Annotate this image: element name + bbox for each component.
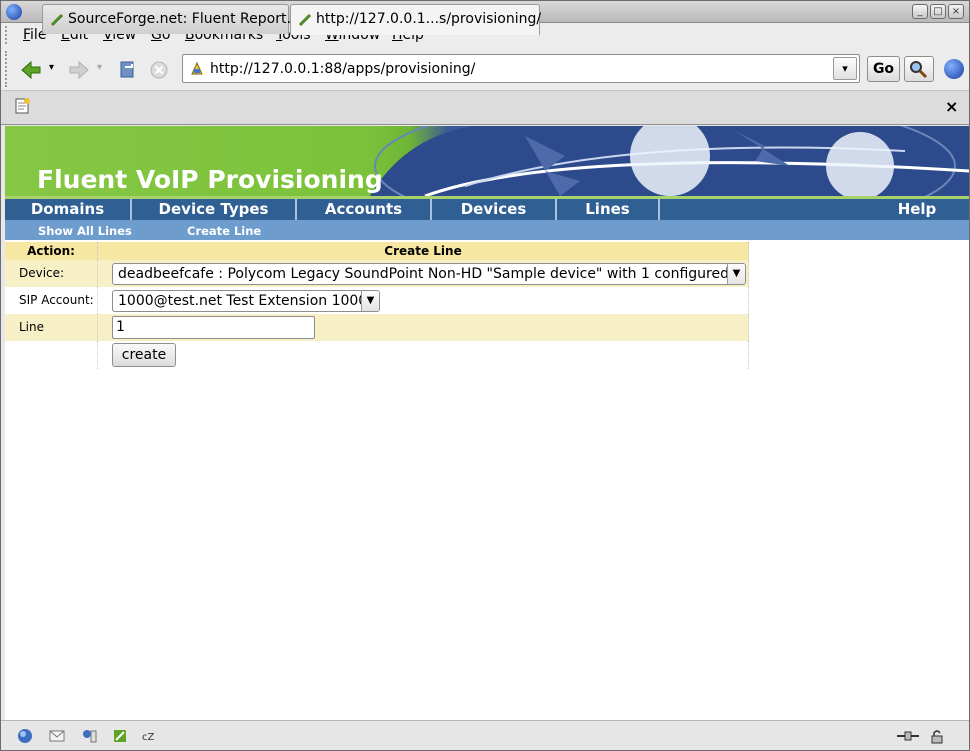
tab-label: http://127.0.0.1...s/provisioning/ (316, 11, 542, 27)
device-select[interactable]: deadbeefcafe : Polycom Legacy SoundPoint… (112, 263, 746, 285)
svg-text:cZ: cZ (142, 732, 154, 743)
chevron-down-icon[interactable]: ▼ (727, 264, 745, 284)
navigation-toolbar: ▾ ▾ http://127.0.0.1:88/apps/provisionin… (1, 47, 969, 91)
action-header: Action: (27, 244, 75, 258)
line-number-input[interactable]: 1 (112, 316, 315, 339)
page-proxy-icon[interactable] (189, 61, 205, 77)
device-label: Device: (19, 266, 65, 280)
forward-dropdown-icon[interactable]: ▾ (97, 62, 102, 73)
device-select-value: deadbeefcafe : Polycom Legacy SoundPoint… (118, 266, 746, 282)
toolbar-grip[interactable] (5, 26, 11, 44)
go-button[interactable]: Go (867, 56, 900, 82)
forward-arrow-icon[interactable] (68, 59, 90, 81)
nav-lines[interactable]: Lines (557, 199, 660, 220)
new-tab-icon[interactable] (14, 97, 32, 115)
toolbar-grip[interactable] (5, 51, 11, 87)
online-status-icon[interactable] (896, 728, 920, 744)
sip-account-select-value: 1000@test.net Test Extension 1000 (118, 293, 368, 309)
site-icon (299, 14, 311, 26)
sip-account-row: SIP Account: 1000@test.net Test Extensio… (5, 287, 749, 314)
back-arrow-icon[interactable] (20, 59, 42, 81)
banner: Fluent VoIP Provisioning (5, 126, 969, 196)
reload-icon[interactable] (117, 59, 139, 81)
sip-account-select[interactable]: 1000@test.net Test Extension 1000 ▼ (112, 290, 380, 312)
address-book-icon[interactable] (81, 728, 97, 744)
search-button[interactable] (904, 56, 934, 82)
url-history-dropdown[interactable]: ▾ (833, 57, 857, 80)
chevron-down-icon[interactable]: ▼ (361, 291, 379, 311)
line-number-row: Line Number: 1 (5, 314, 749, 361)
close-window-button[interactable]: × (948, 4, 964, 19)
form-header: Create Line (97, 242, 749, 260)
tab-provisioning[interactable]: http://127.0.0.1...s/provisioning/ (290, 4, 542, 35)
maximize-button[interactable]: □ (930, 4, 946, 19)
nav-domains[interactable]: Domains (5, 199, 132, 220)
chatzilla-icon[interactable]: cZ (141, 728, 157, 744)
back-dropdown-icon[interactable]: ▾ (49, 62, 54, 73)
site-icon (51, 14, 63, 26)
main-nav: Domains Device Types Accounts Devices Li… (5, 199, 969, 220)
nav-accounts[interactable]: Accounts (297, 199, 432, 220)
minimize-button[interactable]: _ (912, 4, 928, 19)
stop-icon[interactable] (148, 59, 170, 81)
device-row: Device: deadbeefcafe : Polycom Legacy So… (5, 260, 749, 287)
nav-devices[interactable]: Devices (432, 199, 557, 220)
throbber-icon[interactable] (944, 59, 964, 79)
close-tab-icon[interactable]: × (945, 97, 958, 116)
browser-icon[interactable] (17, 728, 33, 744)
magnifier-icon (910, 61, 928, 79)
create-button[interactable]: create (112, 343, 176, 367)
sip-account-label: SIP Account: (19, 293, 94, 307)
security-lock-icon[interactable] (929, 728, 945, 744)
tab-bar (1, 91, 969, 125)
url-text[interactable]: http://127.0.0.1:88/apps/provisioning/ (210, 61, 475, 77)
address-bar[interactable]: http://127.0.0.1:88/apps/provisioning/ ▾ (182, 54, 860, 83)
form-header-row: Action: Create Line (5, 242, 749, 260)
mail-icon[interactable] (49, 728, 65, 744)
tab-label: SourceForge.net: Fluent Report... (68, 11, 300, 27)
page-content: Fluent VoIP Provisioning Domains Device … (5, 126, 969, 720)
banner-title: Fluent VoIP Provisioning (37, 165, 383, 194)
sub-nav: Show All Lines Create Line (5, 220, 969, 240)
tab-sourceforge[interactable]: SourceForge.net: Fluent Report... (42, 4, 300, 34)
status-bar: cZ (1, 720, 969, 750)
nav-device-types[interactable]: Device Types (132, 199, 297, 220)
show-all-lines-link[interactable]: Show All Lines (38, 224, 132, 238)
composer-icon[interactable] (112, 728, 128, 744)
submit-row: create (5, 341, 749, 369)
create-line-link[interactable]: Create Line (187, 224, 261, 238)
browser-window: SeaMonkey _ □ × File Edit View Go Bookma… (0, 0, 970, 751)
nav-help[interactable]: Help (865, 199, 969, 220)
